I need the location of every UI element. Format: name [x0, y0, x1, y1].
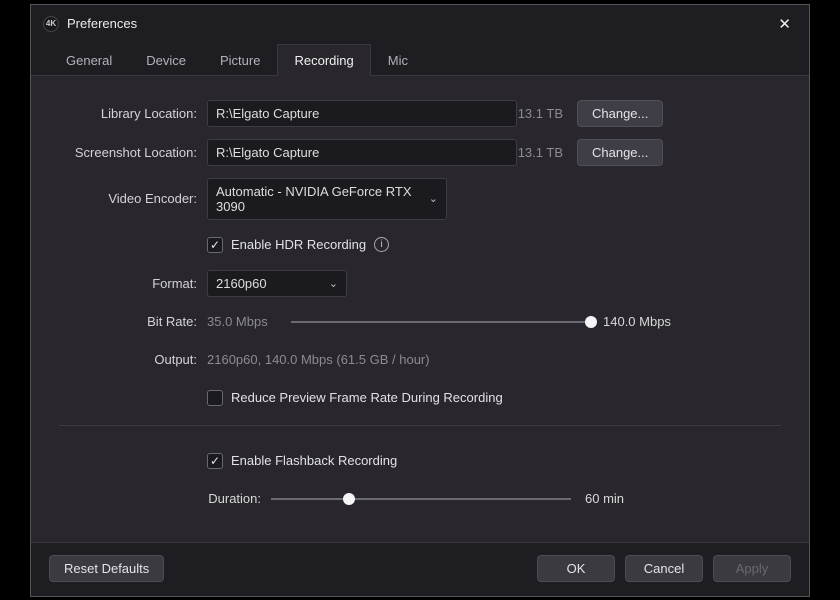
format-select[interactable]: 2160p60 ⌄ [207, 270, 347, 297]
info-icon[interactable]: i [374, 237, 389, 252]
tab-device[interactable]: Device [129, 44, 203, 76]
chevron-down-icon: ⌄ [329, 277, 338, 290]
reduce-preview-label: Reduce Preview Frame Rate During Recordi… [231, 390, 503, 405]
duration-value-label: 60 min [585, 491, 624, 506]
screenshot-location-label: Screenshot Location: [59, 145, 207, 160]
format-label: Format: [59, 276, 207, 291]
window-title: Preferences [67, 16, 772, 31]
video-encoder-value: Automatic - NVIDIA GeForce RTX 3090 [216, 184, 429, 214]
recording-panel: Library Location: 13.1 TB Change... Scre… [31, 76, 809, 542]
apply-button[interactable]: Apply [713, 555, 791, 582]
output-value: 2160p60, 140.0 Mbps (61.5 GB / hour) [207, 352, 430, 367]
tab-bar: General Device Picture Recording Mic [31, 41, 809, 76]
library-location-input[interactable] [207, 100, 517, 127]
enable-flashback-label: Enable Flashback Recording [231, 453, 397, 468]
library-size-text: 13.1 TB [517, 106, 577, 121]
ok-button[interactable]: OK [537, 555, 615, 582]
bitrate-max-label: 140.0 Mbps [603, 314, 671, 329]
title-bar: 4K Preferences ✕ [31, 5, 809, 41]
section-divider [59, 425, 781, 426]
slider-thumb[interactable] [585, 316, 597, 328]
cancel-button[interactable]: Cancel [625, 555, 703, 582]
screenshot-change-button[interactable]: Change... [577, 139, 663, 166]
duration-slider[interactable] [271, 491, 571, 507]
bitrate-label: Bit Rate: [59, 314, 207, 329]
close-icon[interactable]: ✕ [772, 13, 797, 35]
duration-label: Duration: [207, 491, 271, 506]
enable-flashback-checkbox[interactable] [207, 453, 223, 469]
reset-defaults-button[interactable]: Reset Defaults [49, 555, 164, 582]
reduce-preview-checkbox[interactable] [207, 390, 223, 406]
chevron-down-icon: ⌄ [429, 192, 438, 205]
enable-hdr-checkbox[interactable] [207, 237, 223, 253]
slider-thumb[interactable] [343, 493, 355, 505]
enable-hdr-label: Enable HDR Recording [231, 237, 366, 252]
tab-general[interactable]: General [49, 44, 129, 76]
tab-mic[interactable]: Mic [371, 44, 425, 76]
library-location-label: Library Location: [59, 106, 207, 121]
bitrate-slider[interactable] [291, 314, 591, 330]
video-encoder-select[interactable]: Automatic - NVIDIA GeForce RTX 3090 ⌄ [207, 178, 447, 220]
dialog-footer: Reset Defaults OK Cancel Apply [31, 542, 809, 596]
bitrate-min-label: 35.0 Mbps [207, 314, 279, 329]
output-label: Output: [59, 352, 207, 367]
screenshot-location-input[interactable] [207, 139, 517, 166]
screenshot-size-text: 13.1 TB [517, 145, 577, 160]
format-value: 2160p60 [216, 276, 267, 291]
preferences-window: 4K Preferences ✕ General Device Picture … [30, 4, 810, 597]
library-change-button[interactable]: Change... [577, 100, 663, 127]
tab-picture[interactable]: Picture [203, 44, 277, 76]
tab-recording[interactable]: Recording [277, 44, 370, 76]
video-encoder-label: Video Encoder: [59, 191, 207, 206]
app-logo-icon: 4K [43, 16, 59, 32]
